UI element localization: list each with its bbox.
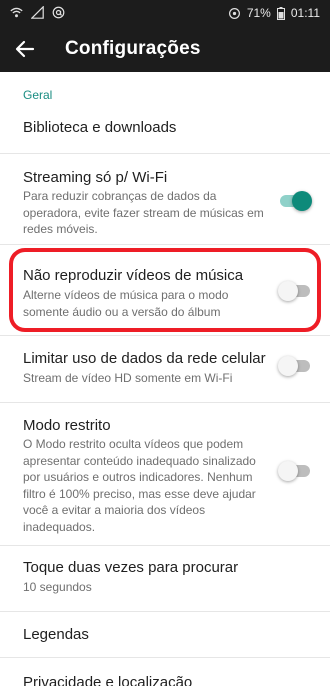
arrow-back-icon[interactable]: [12, 37, 38, 61]
clock: 01:11: [290, 6, 320, 20]
settings-item-subtitle: Stream de vídeo HD somente em Wi-Fi: [23, 371, 233, 385]
status-bar: 71% 01:11: [0, 0, 330, 26]
app-bar: Configurações: [0, 26, 330, 72]
toggle-thumb: [278, 461, 298, 481]
signal-icon: [31, 6, 44, 19]
settings-item-title: Biblioteca e downloads: [23, 119, 177, 136]
battery-percent: 71%: [246, 6, 271, 20]
settings-item-title: Toque duas vezes para procurar: [23, 559, 239, 576]
at-icon: [52, 6, 65, 19]
settings-item-title: Privacidade e localização: [23, 674, 193, 686]
settings-item-title: Limitar uso de dados da rede celular: [23, 350, 266, 367]
settings-item-subtitle: O Modo restrito oculta vídeos que podem …: [23, 437, 256, 534]
settings-item-privacy-location[interactable]: Privacidade e localização: [0, 658, 330, 686]
settings-item-captions[interactable]: Legendas: [0, 612, 330, 657]
settings-item-double-tap-seek[interactable]: Toque duas vezes para procurar 10 segund…: [0, 546, 330, 611]
settings-item-title: Modo restrito: [23, 417, 111, 434]
section-header-geral: Geral: [23, 88, 53, 102]
settings-item-no-music-videos[interactable]: Não reproduzir vídeos de música Alterne …: [0, 245, 330, 335]
settings-item-library-downloads[interactable]: Biblioteca e downloads: [0, 107, 330, 152]
restricted-mode-toggle[interactable]: [278, 461, 312, 481]
settings-item-subtitle: Alterne vídeos de música para o modo som…: [23, 288, 229, 319]
no-music-videos-toggle[interactable]: [278, 281, 312, 301]
settings-item-title: Legendas: [23, 626, 89, 643]
sync-icon: [228, 7, 240, 19]
page-title: Configurações: [65, 38, 201, 59]
limit-mobile-data-toggle[interactable]: [278, 356, 312, 376]
status-right-info: 71% 01:11: [228, 6, 320, 20]
settings-item-title: Não reproduzir vídeos de música: [23, 267, 244, 284]
settings-item-subtitle: 10 segundos: [23, 580, 92, 594]
settings-item-limit-mobile-data[interactable]: Limitar uso de dados da rede celular Str…: [0, 336, 330, 402]
status-left-icons: [10, 6, 65, 19]
toggle-thumb: [278, 281, 298, 301]
wifi-icon: [10, 7, 23, 18]
battery-icon: [276, 6, 285, 20]
wifi-streaming-toggle[interactable]: [278, 191, 312, 211]
toggle-thumb: [292, 191, 312, 211]
settings-item-subtitle: Para reduzir cobranças de dados da opera…: [23, 189, 264, 236]
settings-item-title: Streaming só p/ Wi-Fi: [23, 169, 168, 186]
toggle-thumb: [278, 356, 298, 376]
settings-item-wifi-streaming[interactable]: Streaming só p/ Wi-Fi Para reduzir cobra…: [0, 154, 330, 244]
settings-item-restricted-mode[interactable]: Modo restrito O Modo restrito oculta víd…: [0, 403, 330, 545]
